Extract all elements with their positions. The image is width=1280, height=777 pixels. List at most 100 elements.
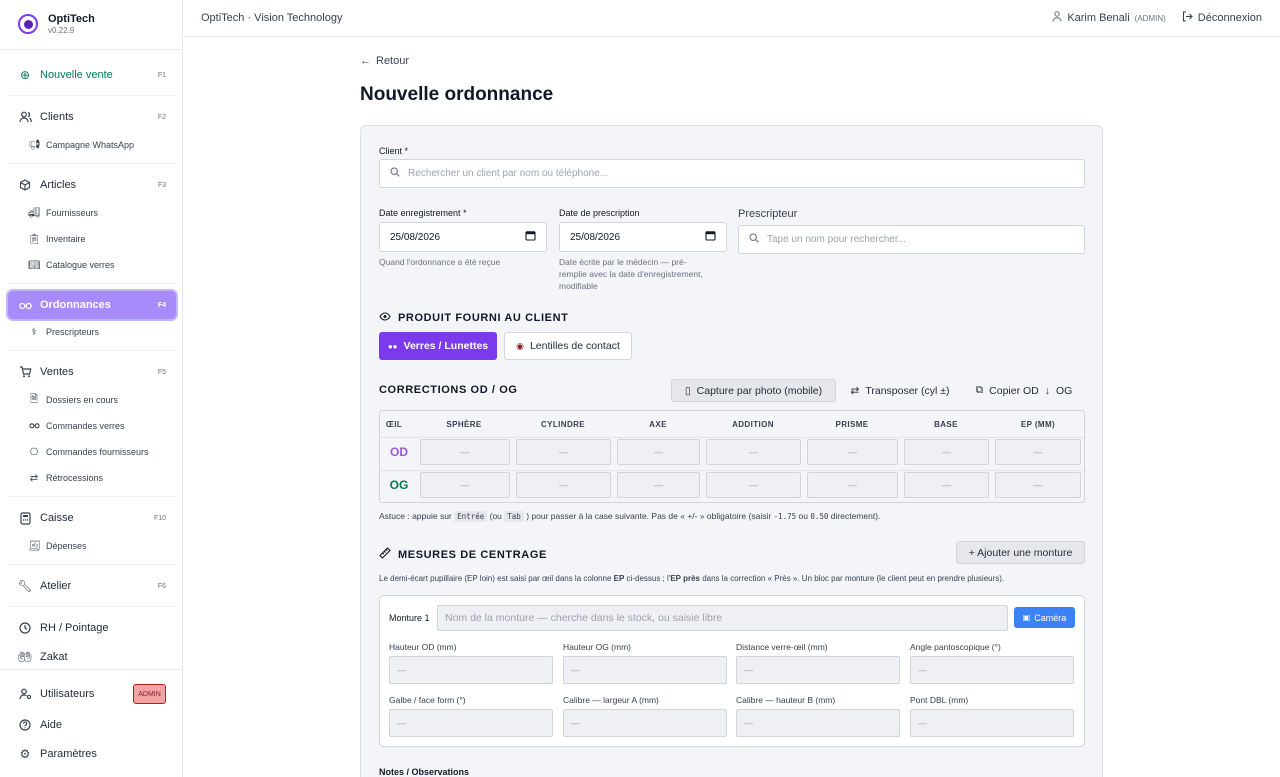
help-icon xyxy=(18,718,32,732)
shortcut-key: F6 xyxy=(157,582,166,590)
sidebar-sub-catalogue[interactable]: 📖︎ Catalogue verres xyxy=(28,255,115,275)
sidebar-sub-whatsapp[interactable]: 📢︎ Campagne WhatsApp xyxy=(28,135,134,155)
monture-name-input[interactable]: Nom de la monture — cherche dans le stoc… xyxy=(437,605,1008,631)
og-prisme-input[interactable]: — xyxy=(807,472,898,498)
brand-name: OptiTech xyxy=(48,13,95,25)
od-prisme-input[interactable]: — xyxy=(807,439,898,465)
date-prescription-input[interactable]: 25/08/2026 xyxy=(559,222,727,252)
og-axe-input[interactable]: — xyxy=(617,472,700,498)
od-sphere-input[interactable]: — xyxy=(420,439,510,465)
od-axe-input[interactable]: — xyxy=(617,439,700,465)
od-addition-input[interactable]: — xyxy=(706,439,801,465)
desc-text: ci-dessus ; l' xyxy=(626,574,671,583)
col-header-axe: AXE xyxy=(649,420,667,429)
sidebar-sub-label: Dossiers en cours xyxy=(46,395,119,405)
sidebar-sub-label: Commandes verres xyxy=(46,421,125,431)
prescripteur-placeholder: Tape un nom pour rechercher... xyxy=(767,234,906,245)
sidebar-item-label: Nouvelle vente xyxy=(40,69,113,81)
sidebar-sub-fournisseurs[interactable]: 🚚︎ Fournisseurs xyxy=(28,203,98,223)
od-cylindre-input[interactable]: — xyxy=(516,439,611,465)
date-enregistrement-input[interactable]: 25/08/2026 xyxy=(379,222,547,252)
divider xyxy=(8,496,176,497)
date-value: 25/08/2026 xyxy=(390,231,441,243)
sidebar-item-articles[interactable]: Articles F3 xyxy=(8,171,176,199)
galbe-input[interactable]: — xyxy=(389,709,553,737)
section-title-text: PRODUIT FOURNI AU CLIENT xyxy=(398,312,569,324)
og-ep-input[interactable]: — xyxy=(995,472,1081,498)
produit-lentilles-button[interactable]: ◉ Lentilles de contact xyxy=(504,332,632,360)
sidebar-sub-depenses[interactable]: 🧾︎ Dépenses xyxy=(28,536,87,556)
client-placeholder: Rechercher un client par nom ou téléphon… xyxy=(408,168,609,179)
calibre-hauteur-input[interactable]: — xyxy=(736,709,900,737)
camera-button[interactable]: ▣ Caméra xyxy=(1014,607,1075,628)
calculator-icon xyxy=(18,511,32,525)
col-header-addition: ADDITION xyxy=(732,420,774,429)
calendar-icon[interactable] xyxy=(525,230,536,244)
sidebar-item-label: Zakat xyxy=(40,651,68,663)
sidebar-item-aide[interactable]: Aide xyxy=(8,711,176,739)
cart-icon xyxy=(18,365,32,379)
sidebar-item-clients[interactable]: Clients F2 xyxy=(8,103,176,131)
shortcut-key: F10 xyxy=(153,514,166,522)
camera-icon: ▣ xyxy=(1022,613,1031,622)
produit-verres-button[interactable]: ●● Verres / Lunettes xyxy=(379,332,497,360)
divider xyxy=(8,564,176,565)
copy-icon: ⧉ xyxy=(975,384,984,396)
stethoscope-icon: ⚕︎ xyxy=(31,326,37,338)
sidebar-item-ordonnances[interactable]: Ordonnances F4 xyxy=(8,291,176,319)
monture-label: Monture 1 xyxy=(389,613,430,623)
ruler-icon xyxy=(379,547,391,562)
field-label: Angle pantoscopique (°) xyxy=(910,642,1001,652)
date-value: 25/08/2026 xyxy=(570,231,621,243)
button-label: Lentilles de contact xyxy=(529,340,620,352)
divider xyxy=(0,669,183,670)
sidebar-sub-retrocessions[interactable]: ⇄ Rétrocessions xyxy=(28,468,103,488)
brand[interactable]: OptiTech v0.22.9 xyxy=(18,13,95,35)
og-sphere-input[interactable]: — xyxy=(420,472,510,498)
sidebar-sub-label: Fournisseurs xyxy=(46,208,99,218)
ajouter-monture-button[interactable]: + Ajouter une monture xyxy=(956,541,1085,564)
prescripteur-search-input[interactable]: Tape un nom pour rechercher... xyxy=(738,225,1085,254)
copier-od-og-button[interactable]: ⧉ Copier OD ↓ OG xyxy=(968,379,1080,402)
sidebar-item-label: Articles xyxy=(40,179,77,191)
back-link[interactable]: ← Retour xyxy=(360,55,409,67)
pont-dbl-input[interactable]: — xyxy=(910,709,1074,737)
og-addition-input[interactable]: — xyxy=(706,472,801,498)
field-label: Galbe / face form (°) xyxy=(389,695,466,705)
calibre-largeur-input[interactable]: — xyxy=(563,709,727,737)
sidebar-item-caisse[interactable]: Caisse F10 xyxy=(8,504,176,532)
sidebar-sub-commandes-verres[interactable]: Commandes verres xyxy=(28,416,125,436)
receipt-icon: 🧾︎ xyxy=(28,540,41,552)
sidebar-sub-commandes-fournisseurs[interactable]: ⎔ Commandes fournisseurs xyxy=(28,442,149,462)
sidebar-sub-prescripteurs[interactable]: ⚕︎ Prescripteurs xyxy=(28,322,99,342)
sidebar-item-ventes[interactable]: Ventes F5 xyxy=(8,358,176,386)
og-base-input[interactable]: — xyxy=(904,472,989,498)
client-search-input[interactable]: Rechercher un client par nom ou téléphon… xyxy=(379,159,1085,188)
distance-verre-oeil-input[interactable]: — xyxy=(736,656,900,684)
logout-button[interactable]: Déconnexion xyxy=(1182,11,1262,25)
sidebar-sub-label: Catalogue verres xyxy=(46,260,115,270)
od-ep-input[interactable]: — xyxy=(995,439,1081,465)
shortcut-key: F4 xyxy=(157,301,166,309)
angle-pantoscopique-input[interactable]: — xyxy=(910,656,1074,684)
transposer-button[interactable]: ⇄ Transposer (cyl ±) xyxy=(845,379,955,402)
user-menu[interactable]: Karim Benali (ADMIN) xyxy=(1052,11,1166,25)
divider xyxy=(0,49,183,50)
tip-text: ou xyxy=(798,511,808,521)
hauteur-od-input[interactable]: — xyxy=(389,656,553,684)
user-icon xyxy=(1052,11,1062,25)
sidebar-sub-inventaire[interactable]: 📋︎ Inventaire xyxy=(28,229,86,249)
capture-photo-button[interactable]: ▯ Capture par photo (mobile) xyxy=(671,379,836,402)
plus-circle-icon: ⊕ xyxy=(19,68,31,82)
sidebar-item-nouvelle-vente[interactable]: ⊕ Nouvelle vente F1 xyxy=(8,61,176,89)
sidebar-item-rh[interactable]: RH / Pointage xyxy=(8,614,176,642)
hauteur-og-input[interactable]: — xyxy=(563,656,727,684)
sidebar-item-atelier[interactable]: 🔧︎ Atelier F6 xyxy=(8,572,176,600)
og-cylindre-input[interactable]: — xyxy=(516,472,611,498)
sidebar-sub-dossiers[interactable]: 🗎 Dossiers en cours xyxy=(28,390,118,410)
desc-text: EP près xyxy=(670,574,700,583)
sidebar-item-parametres[interactable]: ⚙︎ Paramètres xyxy=(8,740,176,768)
od-base-input[interactable]: — xyxy=(904,439,989,465)
calendar-icon[interactable] xyxy=(705,230,716,244)
sidebar-item-zakat[interactable]: 🤲︎ Zakat xyxy=(8,643,176,671)
